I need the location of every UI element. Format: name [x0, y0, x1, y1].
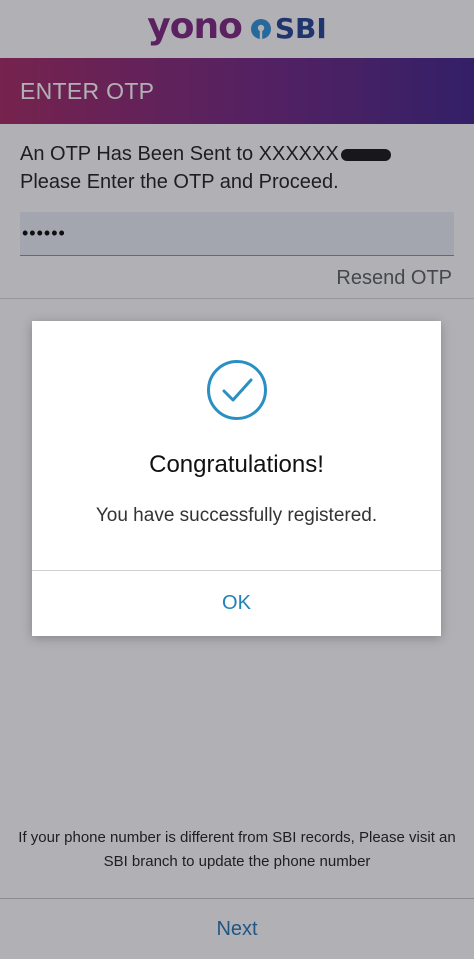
dialog-message: You have successfully registered. — [95, 505, 378, 526]
check-circle-icon — [207, 360, 267, 420]
success-dialog: Congratulations! You have successfully r… — [32, 321, 441, 636]
ok-button[interactable]: OK — [32, 571, 441, 636]
dialog-title: Congratulations! — [149, 451, 324, 478]
